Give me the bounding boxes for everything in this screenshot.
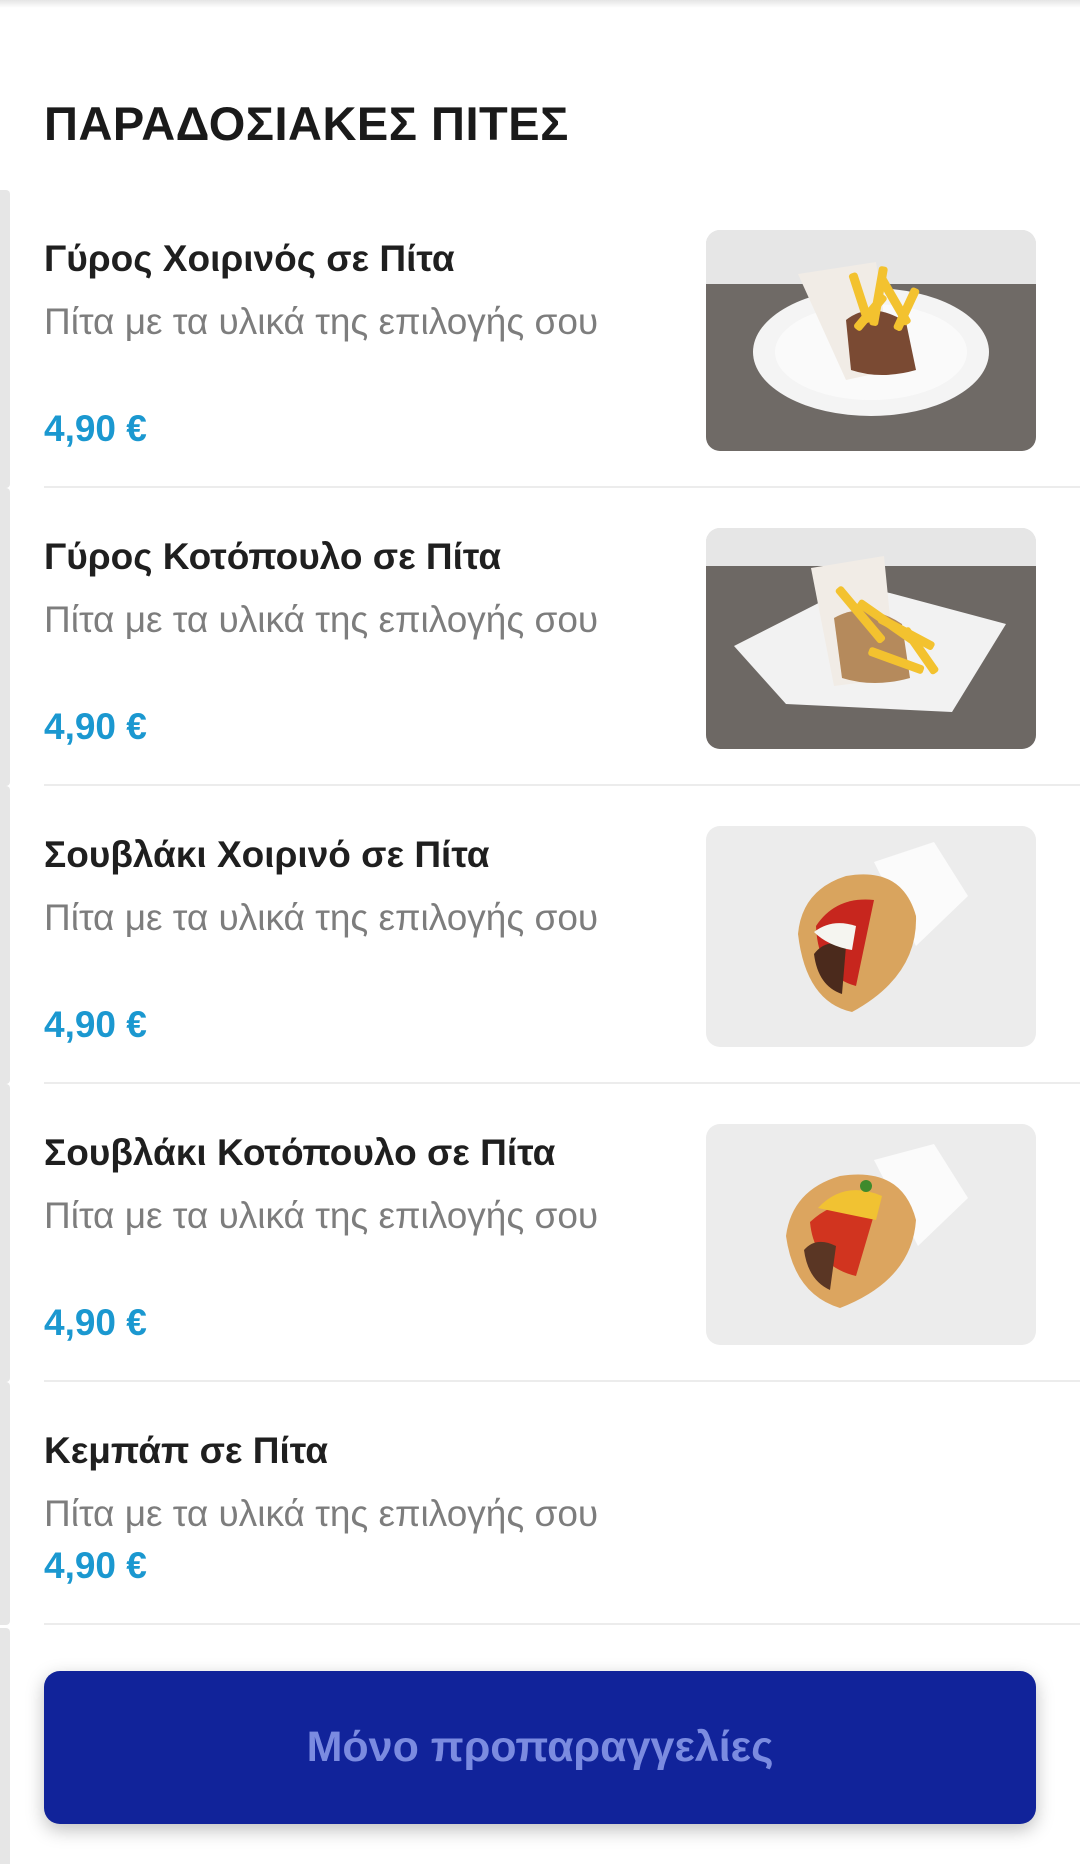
menu-item[interactable]: Γύρος Κοτόπουλο σε Πίτα Πίτα με τα υλικά… bbox=[0, 488, 1080, 786]
menu-item[interactable]: Κεμπάπ σε Πίτα Πίτα με τα υλικά της επιλ… bbox=[0, 1382, 1080, 1625]
menu-item-list: Γύρος Χοιρινός σε Πίτα Πίτα με τα υλικά … bbox=[0, 190, 1080, 1625]
pork-souvlaki-image bbox=[706, 826, 1036, 1047]
chicken-souvlaki-photo[interactable] bbox=[706, 1124, 1036, 1345]
menu-page: ΠΑΡΑΔΟΣΙΑΚΕΣ ΠΙΤΕΣ Γύρος Χοιρινός σε Πίτ… bbox=[0, 0, 1080, 1864]
item-edge-indicator bbox=[0, 786, 10, 1084]
menu-item[interactable]: Σουβλάκι Χοιρινό σε Πίτα Πίτα με τα υλικ… bbox=[0, 786, 1080, 1084]
item-edge-indicator bbox=[0, 488, 10, 786]
menu-item[interactable]: Σουβλάκι Κοτόπουλο σε Πίτα Πίτα με τα υλ… bbox=[0, 1084, 1080, 1382]
item-edge-indicator bbox=[0, 1628, 10, 1864]
pork-souvlaki-photo[interactable] bbox=[706, 826, 1036, 1047]
item-description: Πίτα με τα υλικά της επιλογής σου bbox=[44, 301, 599, 342]
pork-gyros-photo[interactable] bbox=[706, 230, 1036, 451]
item-name: Σουβλάκι Κοτόπουλο σε Πίτα bbox=[44, 1132, 556, 1173]
item-edge-indicator bbox=[0, 1084, 10, 1382]
pork-gyros-image bbox=[706, 230, 1036, 451]
chicken-gyros-photo[interactable] bbox=[706, 528, 1036, 749]
menu-item[interactable]: Γύρος Χοιρινός σε Πίτα Πίτα με τα υλικά … bbox=[0, 190, 1080, 488]
item-price: 4,90 € bbox=[44, 706, 147, 747]
item-price: 4,90 € bbox=[44, 1545, 147, 1586]
section-title: ΠΑΡΑΔΟΣΙΑΚΕΣ ΠΙΤΕΣ bbox=[44, 97, 569, 150]
item-price: 4,90 € bbox=[44, 408, 147, 449]
item-name: Γύρος Χοιρινός σε Πίτα bbox=[44, 238, 455, 279]
item-name: Κεμπάπ σε Πίτα bbox=[44, 1430, 328, 1471]
item-name: Σουβλάκι Χοιρινό σε Πίτα bbox=[44, 834, 490, 875]
item-price: 4,90 € bbox=[44, 1004, 147, 1045]
item-description: Πίτα με τα υλικά της επιλογής σου bbox=[44, 1195, 599, 1236]
item-edge-indicator bbox=[0, 190, 10, 488]
preorder-only-label: Μόνο προπαραγγελίες bbox=[306, 1723, 774, 1771]
item-name: Γύρος Κοτόπουλο σε Πίτα bbox=[44, 536, 502, 577]
chicken-souvlaki-image bbox=[706, 1124, 1036, 1345]
preorder-only-button[interactable]: Μόνο προπαραγγελίες bbox=[44, 1671, 1036, 1824]
header-shadow bbox=[0, 0, 1080, 8]
item-description: Πίτα με τα υλικά της επιλογής σου bbox=[44, 897, 599, 938]
item-description: Πίτα με τα υλικά της επιλογής σου bbox=[44, 1493, 599, 1534]
item-divider bbox=[44, 1623, 1080, 1625]
item-description: Πίτα με τα υλικά της επιλογής σου bbox=[44, 599, 599, 640]
chicken-gyros-image bbox=[706, 528, 1036, 749]
item-edge-indicator bbox=[0, 1382, 10, 1625]
item-price: 4,90 € bbox=[44, 1302, 147, 1343]
